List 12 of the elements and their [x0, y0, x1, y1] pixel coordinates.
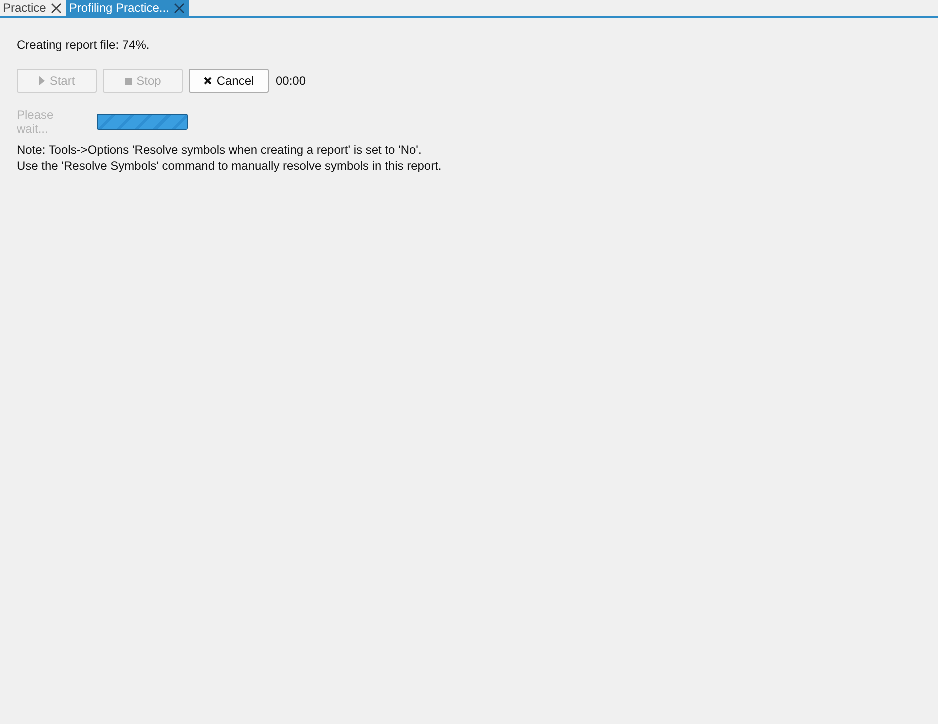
close-icon[interactable] — [51, 2, 62, 14]
play-icon — [38, 76, 45, 86]
tab[interactable]: Practice — [0, 0, 66, 16]
note-text: Use the 'Resolve Symbols' command to manually resolve symbols in this report. — [17, 158, 443, 174]
tab[interactable]: Profiling Practice... — [66, 0, 190, 16]
note-text: Note: Tools->Options 'Resolve symbols when creating a report' is set to 'No'. — [17, 142, 423, 158]
close-icon — [204, 77, 212, 85]
progress-label: Please wait... — [17, 108, 55, 136]
status-text: Creating report file: 74%. — [17, 38, 151, 54]
timer-text: 00:00 — [276, 74, 306, 88]
cancel-button[interactable]: Cancel — [189, 69, 269, 93]
stop-icon — [124, 78, 132, 84]
